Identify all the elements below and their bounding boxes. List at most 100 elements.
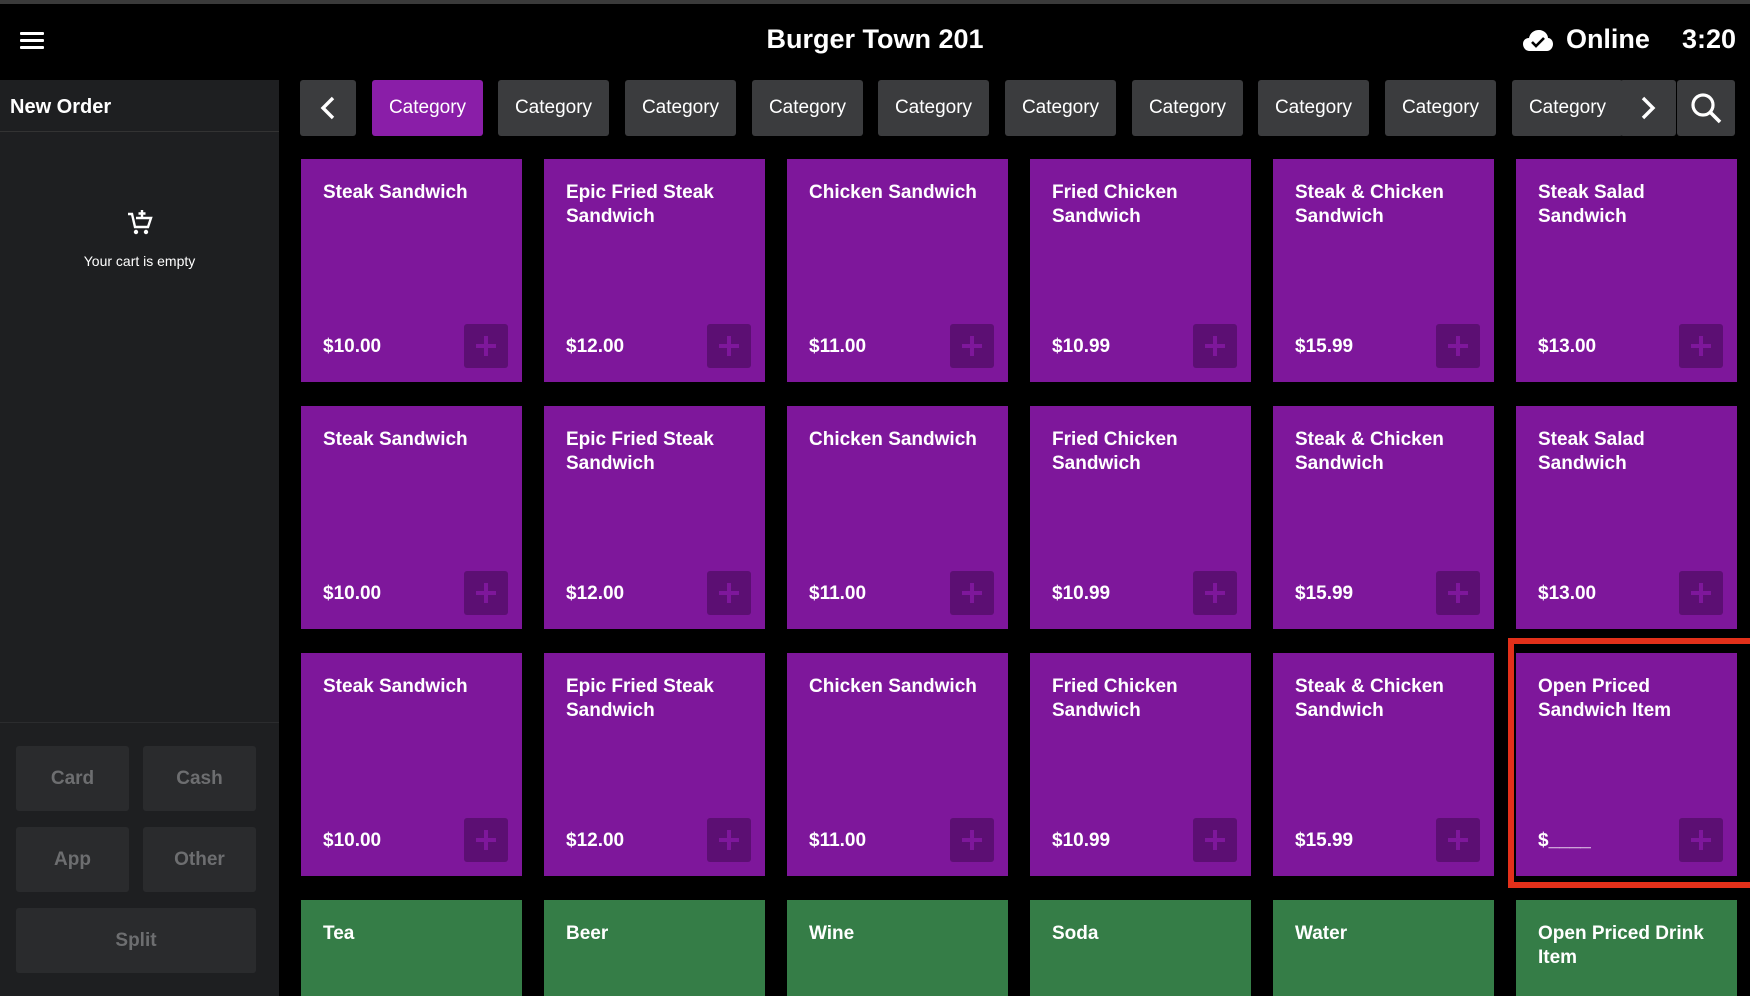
item-name: Tea xyxy=(323,923,355,944)
item-price: $12.00 xyxy=(566,336,625,357)
menu-item-tile[interactable]: Chicken Sandwich $11.00 xyxy=(787,653,1008,876)
item-name: Steak & Chicken Sandwich xyxy=(1295,429,1444,474)
cash-button[interactable]: Cash xyxy=(143,746,256,811)
top-bar: Burger Town 201 Online 3:20 xyxy=(0,4,1750,80)
item-price: $13.00 xyxy=(1538,583,1597,604)
item-price: $12.00 xyxy=(566,830,625,851)
item-price: $10.00 xyxy=(323,336,382,357)
add-item-button[interactable] xyxy=(1436,324,1480,368)
menu-item-tile[interactable]: Steak Sandwich $10.00 xyxy=(301,406,522,629)
add-item-button[interactable] xyxy=(1193,571,1237,615)
chevron-left-icon xyxy=(320,96,335,120)
category-tab[interactable]: Category xyxy=(498,80,609,136)
item-price: $10.99 xyxy=(1052,583,1111,604)
menu-item-tile[interactable]: Open Priced Sandwich Item $____ xyxy=(1516,653,1737,876)
item-price: $15.99 xyxy=(1295,830,1354,851)
empty-cart: Your cart is empty xyxy=(0,208,279,269)
prev-category-button[interactable] xyxy=(300,80,356,136)
search-icon xyxy=(1691,93,1722,124)
item-name: Fried Chicken Sandwich xyxy=(1052,676,1178,721)
add-item-button[interactable] xyxy=(707,818,751,862)
category-tab[interactable]: Category xyxy=(625,80,736,136)
add-item-button[interactable] xyxy=(1436,818,1480,862)
menu-item-tile[interactable]: Fried Chicken Sandwich $10.99 xyxy=(1030,159,1251,382)
menu-item-tile[interactable]: Steak & Chicken Sandwich $15.99 xyxy=(1273,653,1494,876)
add-item-button[interactable] xyxy=(1436,571,1480,615)
category-tab[interactable]: Category xyxy=(1385,80,1496,136)
add-item-button[interactable] xyxy=(464,571,508,615)
add-item-button[interactable] xyxy=(707,324,751,368)
menu-item-tile[interactable]: Epic Fried Steak Sandwich $12.00 xyxy=(544,653,765,876)
next-category-button[interactable] xyxy=(1620,80,1676,136)
new-order-title: New Order xyxy=(0,80,279,132)
drink-item-tile[interactable]: Soda xyxy=(1030,900,1251,996)
add-item-button[interactable] xyxy=(1679,324,1723,368)
plus-icon xyxy=(960,334,984,358)
split-button[interactable]: Split xyxy=(16,908,256,973)
add-item-button[interactable] xyxy=(1193,324,1237,368)
item-name: Fried Chicken Sandwich xyxy=(1052,182,1178,227)
menu-item-tile[interactable]: Chicken Sandwich $11.00 xyxy=(787,159,1008,382)
category-tab[interactable]: Category xyxy=(1512,80,1623,136)
online-status: Online xyxy=(1565,24,1650,54)
plus-icon xyxy=(1689,828,1713,852)
menu-item-tile[interactable]: Epic Fried Steak Sandwich $12.00 xyxy=(544,406,765,629)
plus-icon xyxy=(474,581,498,605)
menu-item-tile[interactable]: Steak Salad Sandwich $13.00 xyxy=(1516,159,1737,382)
item-name: Beer xyxy=(566,923,609,944)
order-panel: New Order Your cart is empty Card Cash A… xyxy=(0,80,279,996)
item-price: $11.00 xyxy=(809,830,867,851)
menu-item-tile[interactable]: Chicken Sandwich $11.00 xyxy=(787,406,1008,629)
menu-item-tile[interactable]: Steak Sandwich $10.00 xyxy=(301,653,522,876)
cloud-check-icon xyxy=(1522,29,1553,51)
card-button[interactable]: Card xyxy=(16,746,129,811)
add-item-button[interactable] xyxy=(950,571,994,615)
plus-icon xyxy=(717,334,741,358)
category-tab[interactable]: Category xyxy=(1258,80,1369,136)
item-price: $13.00 xyxy=(1538,336,1597,357)
cart-empty-text: Your cart is empty xyxy=(83,253,196,269)
item-price: $10.00 xyxy=(323,830,382,851)
category-tab[interactable]: Category xyxy=(878,80,989,136)
status-area: Online 3:20 xyxy=(1522,24,1736,55)
item-name: Steak & Chicken Sandwich xyxy=(1295,676,1444,721)
drink-item-tile[interactable]: Wine xyxy=(787,900,1008,996)
category-tab[interactable]: Category xyxy=(1132,80,1243,136)
category-bar: Category Category Category Category Cate… xyxy=(279,80,1750,136)
app-button[interactable]: App xyxy=(16,827,129,892)
plus-icon xyxy=(1689,581,1713,605)
drink-item-tile[interactable]: Beer xyxy=(544,900,765,996)
category-tab[interactable]: Category xyxy=(1005,80,1116,136)
item-name: Steak Salad Sandwich xyxy=(1538,182,1645,227)
plus-icon xyxy=(717,581,741,605)
menu-item-tile[interactable]: Steak Salad Sandwich $13.00 xyxy=(1516,406,1737,629)
menu-item-tile[interactable]: Fried Chicken Sandwich $10.99 xyxy=(1030,653,1251,876)
add-item-button[interactable] xyxy=(950,818,994,862)
item-name: Chicken Sandwich xyxy=(809,429,977,450)
menu-item-tile[interactable]: Steak Sandwich $10.00 xyxy=(301,159,522,382)
drink-item-tile[interactable]: Open Priced Drink Item xyxy=(1516,900,1737,996)
menu-item-tile[interactable]: Steak & Chicken Sandwich $15.99 xyxy=(1273,406,1494,629)
plus-icon xyxy=(1203,334,1227,358)
menu-item-tile[interactable]: Steak & Chicken Sandwich $15.99 xyxy=(1273,159,1494,382)
chevron-right-icon xyxy=(1641,96,1656,120)
menu-item-tile[interactable]: Fried Chicken Sandwich $10.99 xyxy=(1030,406,1251,629)
search-button[interactable] xyxy=(1677,80,1735,136)
category-tab[interactable]: Category xyxy=(372,80,483,136)
add-item-button[interactable] xyxy=(1679,818,1723,862)
add-item-button[interactable] xyxy=(1193,818,1237,862)
item-price: $____ xyxy=(1538,830,1591,851)
menu-item-tile[interactable]: Epic Fried Steak Sandwich $12.00 xyxy=(544,159,765,382)
item-name: Wine xyxy=(809,923,855,944)
category-tab[interactable]: Category xyxy=(752,80,863,136)
add-item-button[interactable] xyxy=(950,324,994,368)
item-price: $10.00 xyxy=(323,583,382,604)
add-item-button[interactable] xyxy=(707,571,751,615)
other-button[interactable]: Other xyxy=(143,827,256,892)
drink-item-tile[interactable]: Tea xyxy=(301,900,522,996)
add-item-button[interactable] xyxy=(464,324,508,368)
add-item-button[interactable] xyxy=(1679,571,1723,615)
drink-item-tile[interactable]: Water xyxy=(1273,900,1494,996)
item-price: $11.00 xyxy=(809,336,867,357)
add-item-button[interactable] xyxy=(464,818,508,862)
